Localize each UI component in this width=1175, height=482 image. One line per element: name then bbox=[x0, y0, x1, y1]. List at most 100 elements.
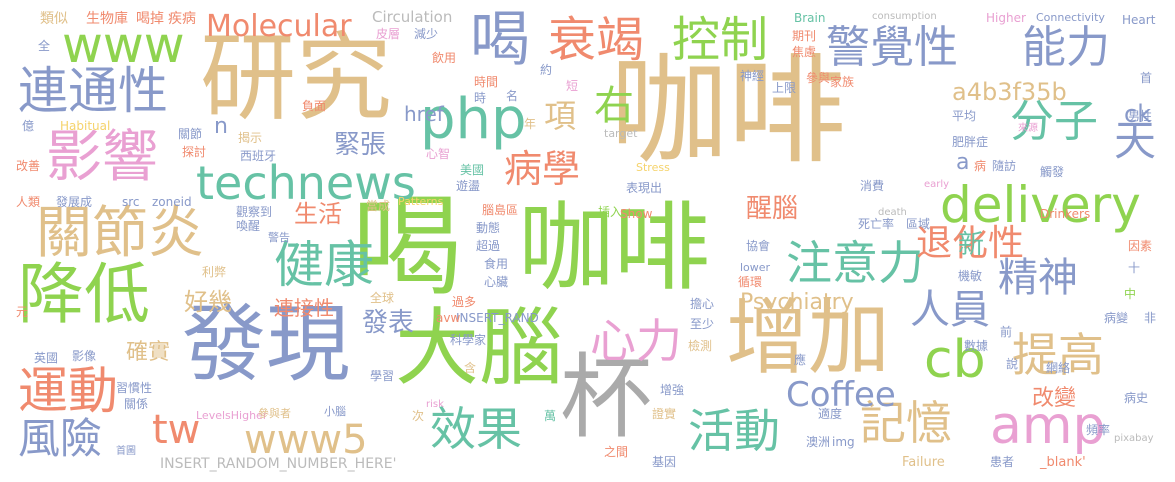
cloud-word: 病史 bbox=[1124, 391, 1149, 405]
cloud-word: 消費 bbox=[860, 179, 885, 193]
cloud-word: 之間 bbox=[604, 445, 629, 459]
cloud-word: www5 bbox=[244, 417, 368, 463]
cloud-word: 短 bbox=[566, 79, 579, 93]
cloud-word: 改善 bbox=[16, 159, 41, 173]
cloud-word: 生活 bbox=[294, 200, 342, 228]
cloud-word: 超過 bbox=[476, 239, 501, 253]
cloud-word: target bbox=[604, 127, 638, 140]
cloud-word: Circulation bbox=[372, 8, 453, 26]
cloud-word: 西班牙 bbox=[240, 149, 277, 163]
cloud-word: 增強 bbox=[660, 383, 685, 397]
cloud-word: 擔心 bbox=[690, 297, 715, 311]
cloud-word: 基因 bbox=[652, 455, 677, 469]
cloud-word: Drinkers bbox=[1040, 207, 1091, 221]
cloud-word: 表現出 bbox=[626, 181, 663, 195]
cloud-word: 時間 bbox=[474, 75, 499, 89]
cloud-word: 病 bbox=[974, 159, 987, 173]
cloud-word: href bbox=[404, 102, 444, 126]
cloud-word: 心智 bbox=[426, 147, 451, 161]
cloud-word: 研究 bbox=[200, 22, 392, 134]
cloud-word: 死亡率 bbox=[858, 217, 895, 231]
cloud-word: 減少 bbox=[414, 27, 439, 41]
cloud-word: 年 bbox=[524, 117, 537, 131]
cloud-word: 神經 bbox=[740, 69, 765, 83]
cloud-word: 疾病 bbox=[168, 11, 196, 27]
cloud-word: 觸發 bbox=[1040, 165, 1065, 179]
cloud-word: 隨訪 bbox=[992, 159, 1017, 173]
cloud-word: 探討 bbox=[182, 145, 207, 159]
cloud-word: 參與者 bbox=[258, 407, 291, 420]
cloud-word: 衰竭 bbox=[548, 12, 645, 68]
cloud-word: 習慣性 bbox=[116, 381, 153, 395]
cloud-word: 約 bbox=[540, 63, 553, 77]
cloud-word: 中 bbox=[1124, 287, 1137, 301]
cloud-word: 降低 bbox=[18, 256, 150, 333]
cloud-word: Show bbox=[620, 207, 653, 221]
cloud-word: 全球 bbox=[370, 291, 395, 305]
cloud-word: 效果 bbox=[430, 402, 522, 456]
cloud-word: 警告 bbox=[268, 231, 290, 244]
cloud-word: 英國 bbox=[34, 351, 59, 365]
cloud-word: 能力 bbox=[1022, 22, 1110, 73]
cloud-word: 警覺性 bbox=[826, 22, 958, 73]
cloud-word: 確實 bbox=[126, 340, 171, 365]
cloud-word: 因素 bbox=[1128, 239, 1153, 253]
cloud-word: 次 bbox=[412, 409, 425, 423]
cloud-word: 適度 bbox=[818, 407, 843, 421]
cloud-word: 負面 bbox=[302, 99, 327, 113]
cloud-word: early bbox=[924, 179, 950, 190]
cloud-word: 美國 bbox=[460, 163, 485, 177]
cloud-word: 生物庫 bbox=[86, 11, 128, 27]
cloud-word: 萬 bbox=[544, 409, 557, 423]
cloud-word: 控制 bbox=[672, 12, 769, 68]
cloud-word: 說 bbox=[1006, 357, 1019, 371]
cloud-word: Molecular bbox=[206, 9, 352, 44]
cloud-word: 協會 bbox=[746, 239, 771, 253]
cloud-word: 檢測 bbox=[688, 339, 713, 353]
word-cloud: 咖啡 喝 咖啡 研究 杯 發現 大腦 增加 降低 影響 關節炎 連通性 運動 風… bbox=[0, 0, 1175, 482]
cloud-word: 風險 bbox=[18, 414, 103, 463]
cloud-word: 心臟 bbox=[484, 275, 509, 289]
cloud-word: 項 bbox=[544, 97, 577, 135]
cloud-word: 前 bbox=[1000, 325, 1013, 339]
cloud-word: 首圖 bbox=[116, 446, 136, 457]
cloud-word: avw bbox=[436, 311, 461, 325]
cloud-word: Brain bbox=[794, 11, 826, 25]
cloud-word: 焦慮 bbox=[792, 45, 817, 59]
cloud-word: Patterns bbox=[398, 195, 444, 208]
cloud-word: 遊盪 bbox=[456, 179, 481, 193]
cloud-word: src bbox=[122, 195, 140, 209]
cloud-word: Connectivity bbox=[1036, 11, 1105, 24]
cloud-word: 學習 bbox=[370, 369, 395, 383]
cloud-word: Habitual bbox=[60, 119, 111, 133]
cloud-word: Higher bbox=[986, 11, 1026, 25]
cloud-word: 關係 bbox=[124, 397, 149, 411]
cloud-word: 時 bbox=[474, 91, 487, 105]
cloud-word: 首 bbox=[1140, 71, 1153, 85]
cloud-word: 病變 bbox=[1104, 311, 1129, 325]
cloud-word: 注意力 bbox=[786, 236, 924, 290]
cloud-word: pixabay bbox=[1114, 433, 1154, 444]
cloud-word: 上限 bbox=[772, 81, 797, 95]
cloud-word: 皮層 bbox=[376, 27, 401, 41]
cloud-word: 新 bbox=[958, 230, 985, 260]
cloud-word: Failure bbox=[902, 455, 945, 470]
cloud-word: LevelsHigher bbox=[196, 409, 268, 422]
cloud-word: 緊張 bbox=[334, 130, 387, 160]
cloud-word: 含 bbox=[464, 361, 477, 375]
cloud-word: 精神 bbox=[998, 255, 1078, 301]
cloud-word: 循環 bbox=[738, 275, 763, 289]
cloud-word: 食用 bbox=[484, 257, 509, 271]
cloud-word: 家族 bbox=[830, 75, 855, 89]
cloud-word: 活動 bbox=[688, 404, 780, 458]
cloud-word: 利弊 bbox=[202, 265, 227, 279]
cloud-word: 人員 bbox=[910, 287, 990, 333]
cloud-word: 人類 bbox=[16, 195, 41, 209]
cloud-word: 飲用 bbox=[432, 51, 457, 65]
cloud-word: 喝 bbox=[470, 5, 530, 75]
cloud-word: 來源 bbox=[1018, 123, 1038, 134]
cloud-word: 證實 bbox=[652, 407, 677, 421]
cloud-word: 運動 bbox=[18, 362, 118, 420]
cloud-word: 區域 bbox=[906, 217, 931, 231]
cloud-word: 發展成 bbox=[56, 195, 93, 209]
